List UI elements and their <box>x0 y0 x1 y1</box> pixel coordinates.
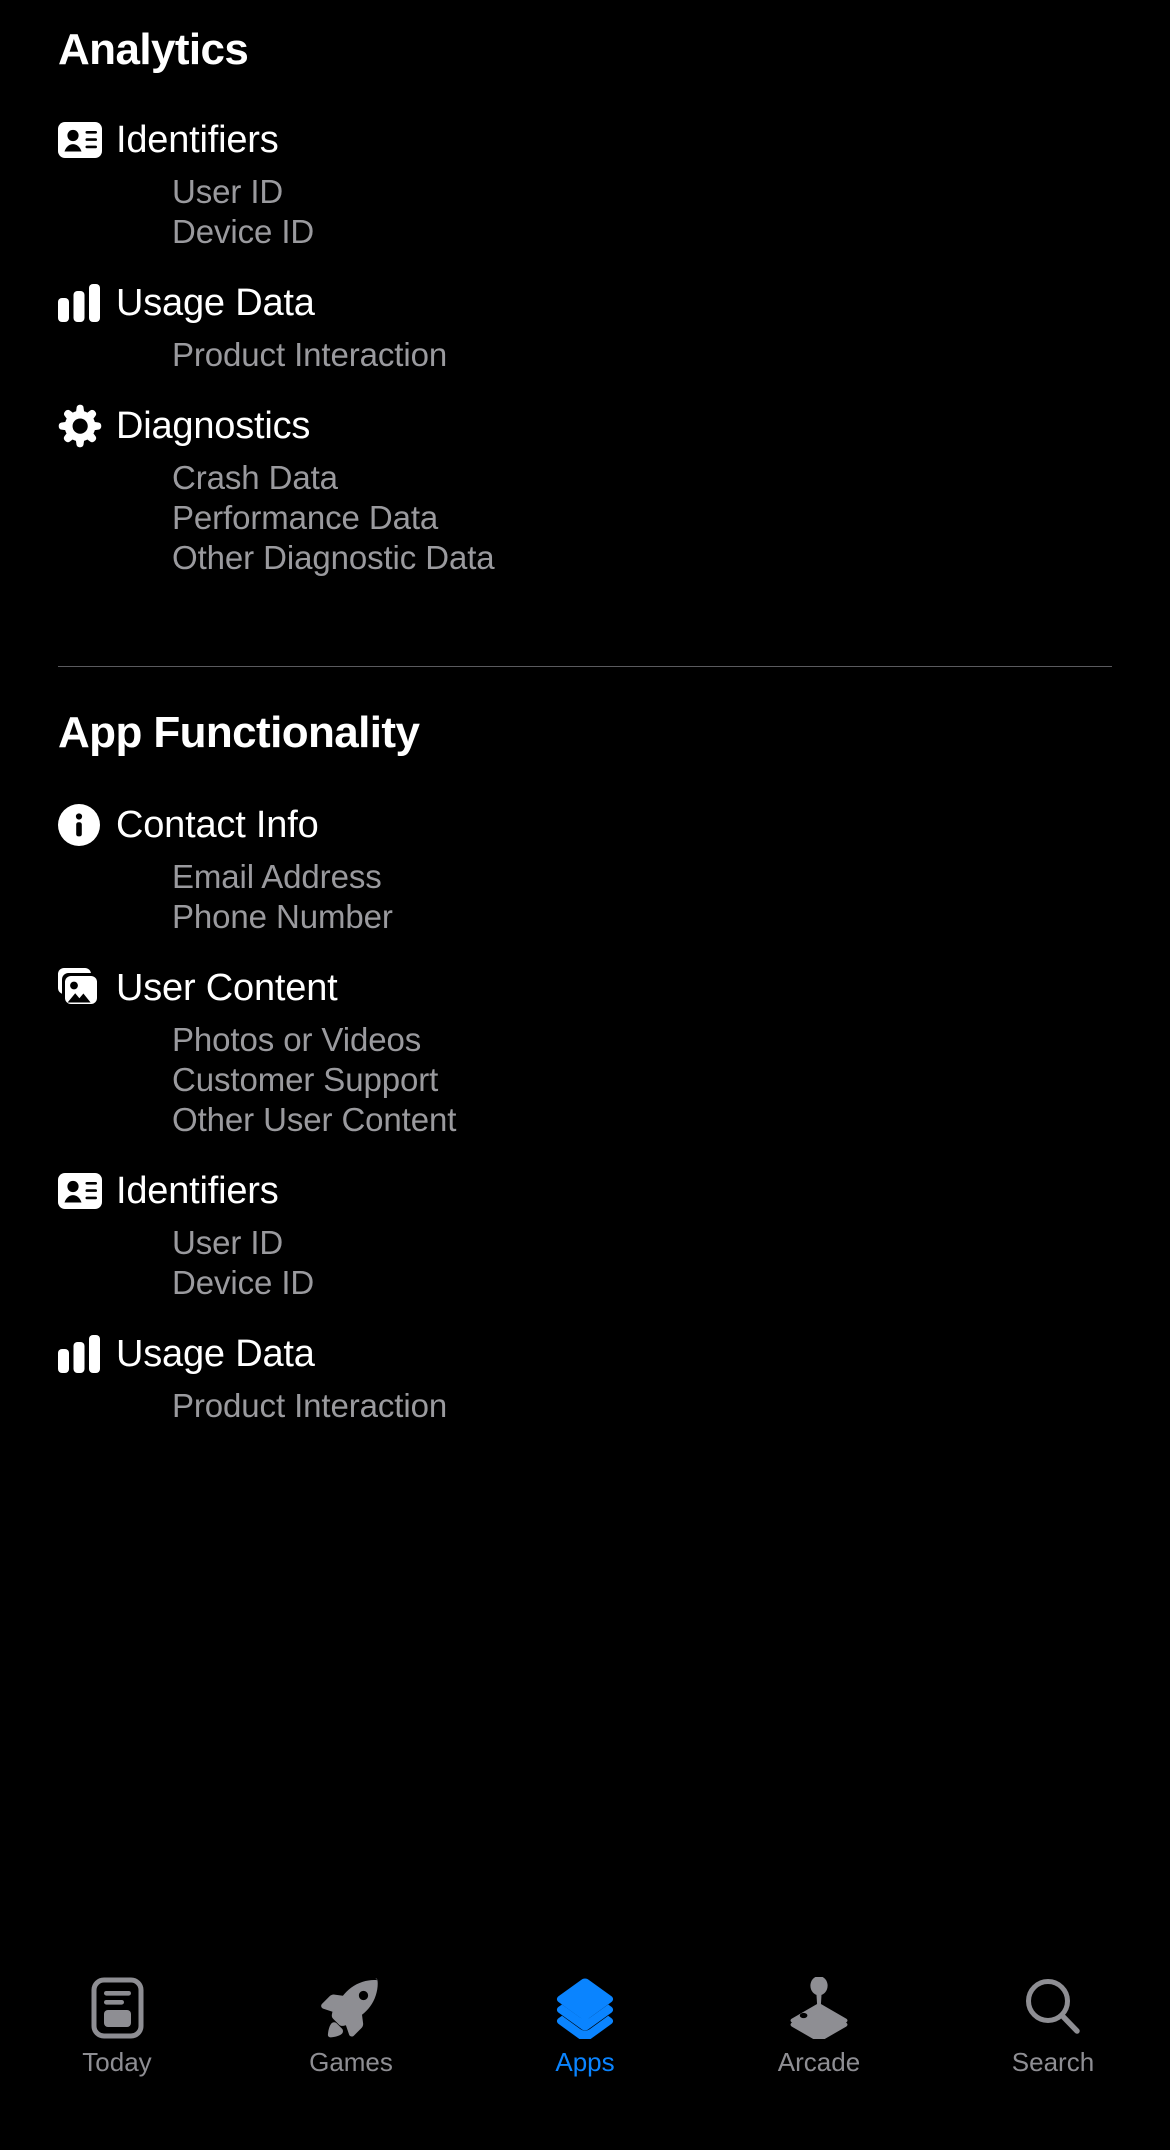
category-label: Usage Data <box>116 282 315 324</box>
category-item-list: User ID Device ID <box>172 172 1112 252</box>
contact-card-icon <box>58 1169 104 1213</box>
category-row[interactable]: User Content <box>58 966 1112 1010</box>
list-item: User ID <box>172 173 284 210</box>
category-item-list: Product Interaction <box>172 1386 1112 1426</box>
list-item: Product Interaction <box>172 1387 448 1424</box>
section-app-functionality: App Functionality Contact Info Email Add… <box>58 711 1112 1426</box>
section-analytics: Analytics Identifiers User ID Device ID … <box>58 28 1112 578</box>
tab-label: Apps <box>555 2047 615 2077</box>
tab-today[interactable]: Today <box>0 1977 234 2075</box>
list-item: Performance Data <box>172 499 439 536</box>
tab-apps[interactable]: Apps <box>468 1977 702 2075</box>
list-item: Crash Data <box>172 459 338 496</box>
category-item-list: Email Address Phone Number <box>172 857 1112 937</box>
tab-bar: Today Games Apps Arcade Search <box>0 1955 1170 2150</box>
list-item: Customer Support <box>172 1061 439 1098</box>
list-item: Device ID <box>172 1264 315 1301</box>
category-item-list: Photos or Videos Customer Support Other … <box>172 1020 1112 1140</box>
category-item-list: Crash Data Performance Data Other Diagno… <box>172 458 1112 578</box>
bar-chart-icon <box>58 1332 104 1376</box>
tab-arcade[interactable]: Arcade <box>702 1977 936 2075</box>
category-item-list: Product Interaction <box>172 335 1112 375</box>
category-label: Usage Data <box>116 1333 315 1375</box>
list-item: Email Address <box>172 858 382 895</box>
category-label: Identifiers <box>116 1170 279 1212</box>
category-label: User Content <box>116 967 338 1009</box>
tab-games[interactable]: Games <box>234 1977 468 2075</box>
list-item: Other User Content <box>172 1101 457 1138</box>
category-label: Identifiers <box>116 119 279 161</box>
layers-stack-icon <box>550 1977 620 2039</box>
tab-search[interactable]: Search <box>936 1977 1170 2075</box>
photo-stack-icon <box>58 966 104 1010</box>
tab-label: Games <box>309 2047 393 2077</box>
category-row[interactable]: Usage Data <box>58 1332 1112 1376</box>
category-row[interactable]: Contact Info <box>58 803 1112 847</box>
tab-label: Arcade <box>777 2047 861 2077</box>
category-row[interactable]: Identifiers <box>58 118 1112 162</box>
category-row[interactable]: Diagnostics <box>58 404 1112 448</box>
section-divider <box>58 666 1112 667</box>
joystick-icon <box>783 1977 855 2039</box>
list-item: Photos or Videos <box>172 1021 422 1058</box>
category-item-list: User ID Device ID <box>172 1223 1112 1303</box>
list-item: Phone Number <box>172 898 393 935</box>
today-card-icon <box>91 1977 144 2039</box>
info-circle-icon <box>58 803 104 847</box>
privacy-details-content: Analytics Identifiers User ID Device ID … <box>0 0 1170 1426</box>
category-row[interactable]: Usage Data <box>58 281 1112 325</box>
magnifier-icon <box>1022 1977 1084 2039</box>
tab-label: Today <box>82 2047 152 2077</box>
tab-label: Search <box>1011 2047 1095 2077</box>
category-label: Diagnostics <box>116 405 311 447</box>
category-label: Contact Info <box>116 804 319 846</box>
rocket-icon <box>319 1977 383 2039</box>
section-heading-app-functionality: App Functionality <box>58 708 420 757</box>
category-row[interactable]: Identifiers <box>58 1169 1112 1213</box>
list-item: Product Interaction <box>172 336 448 373</box>
list-item: Device ID <box>172 213 315 250</box>
app-store-privacy-screen: Analytics Identifiers User ID Device ID … <box>0 0 1170 2150</box>
gear-icon <box>58 404 104 448</box>
contact-card-icon <box>58 118 104 162</box>
section-heading-analytics: Analytics <box>58 25 249 74</box>
bar-chart-icon <box>58 281 104 325</box>
list-item: Other Diagnostic Data <box>172 539 495 576</box>
list-item: User ID <box>172 1224 284 1261</box>
